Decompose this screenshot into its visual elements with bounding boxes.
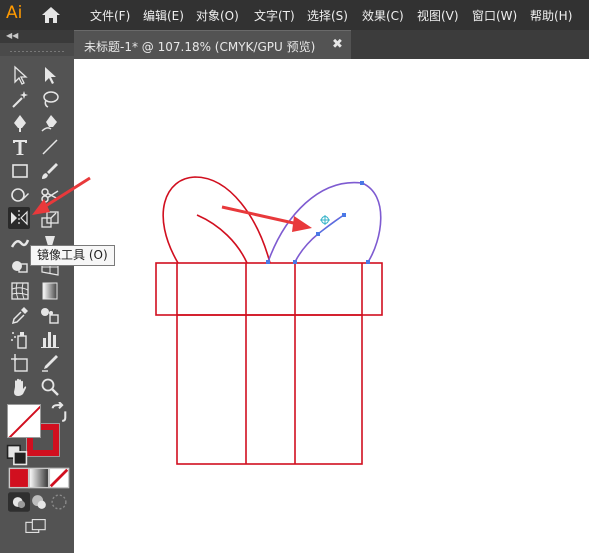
fill-color-swatch[interactable] xyxy=(7,404,41,438)
artboard-canvas[interactable] xyxy=(74,59,589,553)
default-fill-stroke-icon[interactable] xyxy=(6,444,28,466)
menu-view[interactable]: 视图(V) xyxy=(417,7,459,24)
annotation-arrow-toolbar xyxy=(32,176,91,215)
menu-edit[interactable]: 编辑(E) xyxy=(143,7,184,24)
illustrator-window: Ai 文件(F) 编辑(E) 对象(O) 文字(T) 选择(S) 效果(C) 视… xyxy=(0,0,589,553)
column-graph-tool-icon[interactable] xyxy=(39,328,61,350)
menu-effect[interactable]: 效果(C) xyxy=(362,7,404,24)
gradient-tool-icon[interactable] xyxy=(39,280,61,302)
reflect-origin-icon xyxy=(320,215,330,225)
menu-object[interactable]: 对象(O) xyxy=(196,7,239,24)
draw-inside-icon[interactable] xyxy=(48,491,67,510)
bow-left-loop[interactable] xyxy=(162,176,271,264)
blend-tool-icon[interactable] xyxy=(39,304,61,326)
zoom-tool-icon[interactable] xyxy=(39,376,61,398)
hand-tool-icon[interactable] xyxy=(9,376,31,398)
anchor-point[interactable] xyxy=(293,260,297,264)
tool-tooltip: 镜像工具 (O) xyxy=(30,245,115,266)
shape-builder-tool-icon[interactable] xyxy=(9,256,31,278)
artwork xyxy=(155,176,383,465)
menu-window[interactable]: 窗口(W) xyxy=(472,7,517,24)
menu-help[interactable]: 帮助(H) xyxy=(530,7,572,24)
anchor-point[interactable] xyxy=(266,260,270,264)
draw-behind-icon[interactable] xyxy=(28,491,46,509)
symbol-sprayer-tool-icon[interactable] xyxy=(9,328,31,350)
swap-fill-stroke-icon[interactable] xyxy=(48,402,67,422)
anchor-point[interactable] xyxy=(360,181,364,185)
menu-type[interactable]: 文字(T) xyxy=(254,7,295,24)
none-mode-icon[interactable] xyxy=(48,467,70,489)
eyedropper-tool-icon[interactable] xyxy=(9,304,31,326)
bow-left-inner[interactable] xyxy=(196,214,248,264)
menu-select[interactable]: 选择(S) xyxy=(307,7,348,24)
mesh-tool-icon[interactable] xyxy=(9,280,31,302)
screen-mode-icon[interactable] xyxy=(25,515,49,533)
gradient-mode-icon[interactable] xyxy=(28,467,50,489)
draw-normal-icon[interactable] xyxy=(8,491,30,512)
color-mode-icon[interactable] xyxy=(8,467,30,489)
artboard-tool-icon[interactable] xyxy=(9,352,31,374)
anchor-point[interactable] xyxy=(366,260,370,264)
slice-tool-icon[interactable] xyxy=(39,352,61,374)
anchor-point[interactable] xyxy=(316,232,320,236)
handle-point[interactable] xyxy=(342,213,346,217)
gift-lid[interactable] xyxy=(155,262,383,316)
gift-body[interactable] xyxy=(176,314,363,465)
close-tab-icon[interactable]: ✖ xyxy=(332,37,343,52)
